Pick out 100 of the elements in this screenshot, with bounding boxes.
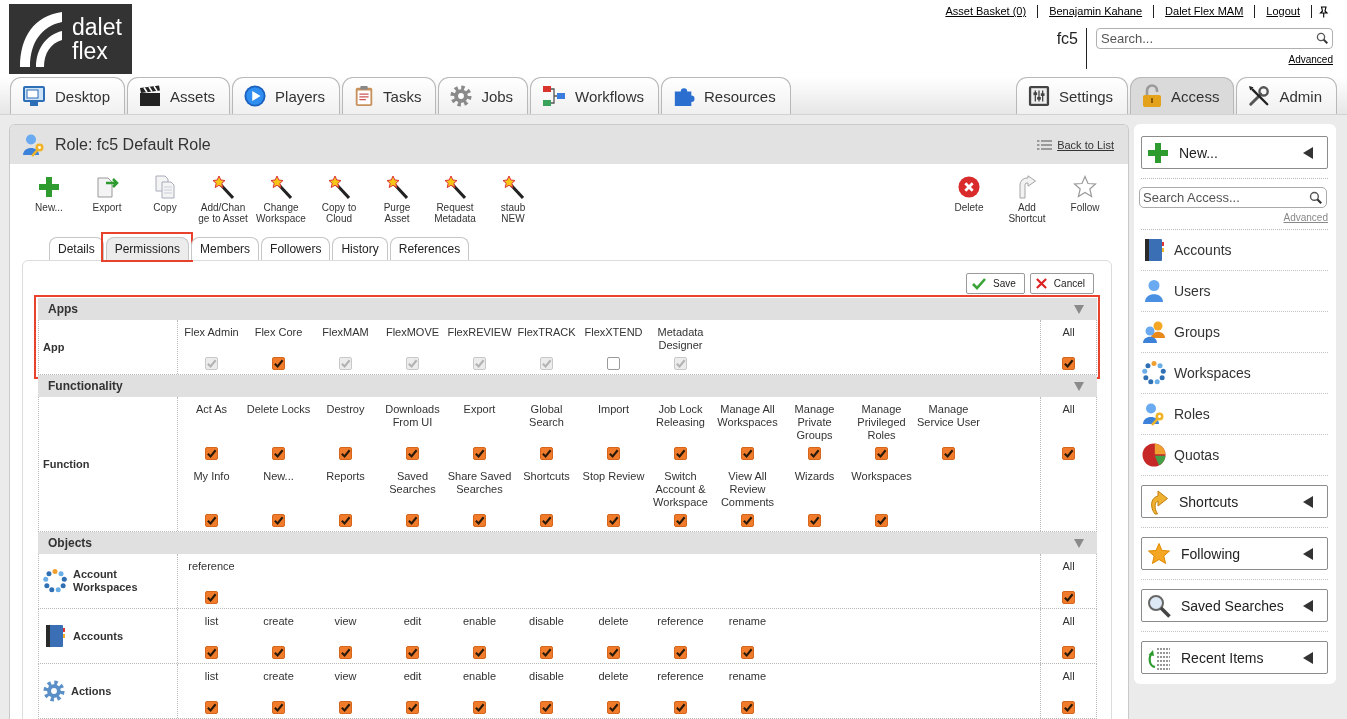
checkbox[interactable] — [339, 646, 352, 659]
checkbox[interactable] — [942, 447, 955, 460]
nav-tab[interactable]: Admin — [1236, 77, 1337, 114]
checkbox[interactable] — [674, 701, 687, 714]
top-link[interactable]: Asset Basket (0) — [934, 5, 1038, 18]
nav-tab[interactable]: Access — [1130, 77, 1235, 114]
sidebar-panel-button[interactable]: Shortcuts — [1141, 485, 1328, 518]
nav-tab[interactable]: Players — [232, 77, 341, 114]
tab[interactable]: Members — [191, 237, 260, 260]
checkbox[interactable] — [205, 514, 218, 527]
checkbox[interactable] — [1062, 357, 1075, 370]
checkbox[interactable] — [272, 514, 285, 527]
sidebar-item[interactable]: Accounts — [1141, 230, 1328, 271]
checkbox[interactable] — [406, 646, 419, 659]
checkbox[interactable] — [540, 646, 553, 659]
sidebar-panel-button[interactable]: Recent Items — [1141, 641, 1328, 674]
checkbox[interactable] — [540, 514, 553, 527]
checkbox[interactable] — [607, 514, 620, 527]
nav-tab[interactable]: Resources — [661, 77, 791, 114]
nav-tab[interactable]: Workflows — [530, 77, 659, 114]
checkbox[interactable] — [272, 357, 285, 370]
sidebar-panel-button[interactable]: Following — [1141, 537, 1328, 570]
search-field[interactable]: Search Access... — [1139, 187, 1327, 208]
checkbox[interactable] — [741, 447, 754, 460]
checkbox[interactable] — [674, 514, 687, 527]
checkbox[interactable] — [1062, 591, 1075, 604]
top-link[interactable]: Logout — [1254, 5, 1311, 18]
checkbox[interactable] — [607, 357, 620, 370]
toolbar-button[interactable]: Change Workspace — [252, 175, 310, 224]
toolbar-button[interactable]: Request Metadata — [426, 175, 484, 224]
checkbox[interactable] — [339, 701, 352, 714]
checkbox[interactable] — [808, 447, 821, 460]
sidebar-item[interactable]: Workspaces — [1141, 353, 1328, 394]
toolbar-button[interactable]: Purge Asset — [368, 175, 426, 224]
checkbox[interactable] — [406, 701, 419, 714]
checkbox[interactable] — [540, 701, 553, 714]
tab[interactable]: References — [389, 237, 470, 260]
checkbox[interactable] — [1062, 646, 1075, 659]
checkbox[interactable] — [205, 447, 218, 460]
toolbar-button[interactable]: Copy to Cloud — [310, 175, 368, 224]
checkbox[interactable] — [674, 646, 687, 659]
pin-icon[interactable] — [1318, 5, 1329, 18]
checkbox[interactable] — [473, 447, 486, 460]
checkbox[interactable] — [406, 447, 419, 460]
tab[interactable]: Followers — [261, 237, 331, 260]
sidebar-item[interactable]: Groups — [1141, 312, 1328, 353]
sidebar-item[interactable]: Quotas — [1141, 435, 1328, 476]
sidebar-panel-button[interactable]: Saved Searches — [1141, 589, 1328, 622]
checkbox[interactable] — [741, 646, 754, 659]
tab[interactable]: Permissions — [105, 237, 190, 260]
checkbox[interactable] — [607, 701, 620, 714]
checkbox[interactable] — [1062, 447, 1075, 460]
sidebar-item[interactable]: Roles — [1141, 394, 1328, 435]
checkbox[interactable] — [741, 514, 754, 527]
checkbox[interactable] — [473, 646, 486, 659]
checkbox[interactable] — [607, 447, 620, 460]
checkbox[interactable] — [607, 646, 620, 659]
new-button[interactable]: New... — [1141, 136, 1328, 169]
checkbox[interactable] — [473, 701, 486, 714]
nav-tab[interactable]: Desktop — [10, 77, 126, 114]
checkbox[interactable] — [1062, 701, 1075, 714]
checkbox[interactable] — [875, 447, 888, 460]
advanced-link[interactable]: Advanced — [1288, 54, 1333, 66]
checkbox[interactable] — [406, 514, 419, 527]
checkbox[interactable] — [339, 514, 352, 527]
checkbox[interactable] — [272, 701, 285, 714]
toolbar-button[interactable]: Copy — [136, 175, 194, 213]
tab[interactable]: History — [332, 237, 388, 260]
section-header[interactable]: Functionality — [38, 375, 1097, 397]
top-link[interactable]: Dalet Flex MAM — [1153, 5, 1255, 18]
checkbox[interactable] — [875, 514, 888, 527]
top-link[interactable]: Benajamin Kahane — [1037, 5, 1154, 18]
checkbox[interactable] — [674, 447, 687, 460]
toolbar-button[interactable]: Add/Chan ge to Asset — [194, 175, 252, 224]
toolbar-button[interactable]: Add Shortcut — [998, 175, 1056, 224]
search-field[interactable]: Search... — [1096, 28, 1333, 49]
checkbox[interactable] — [339, 447, 352, 460]
checkbox[interactable] — [808, 514, 821, 527]
section-header[interactable]: Objects — [38, 532, 1097, 554]
checkbox[interactable] — [272, 646, 285, 659]
toolbar-button[interactable]: Follow — [1056, 175, 1114, 213]
toolbar-button[interactable]: Export — [78, 175, 136, 213]
checkbox[interactable] — [473, 514, 486, 527]
checkbox[interactable] — [272, 447, 285, 460]
nav-tab[interactable]: Tasks — [342, 77, 437, 114]
back-to-list-link[interactable]: Back to List — [1037, 138, 1114, 151]
toolbar-button[interactable]: Delete — [940, 175, 998, 213]
checkbox[interactable] — [205, 591, 218, 604]
advanced-link[interactable]: Advanced — [1283, 212, 1328, 224]
cancel-button[interactable]: Cancel — [1029, 273, 1094, 294]
checkbox[interactable] — [205, 701, 218, 714]
nav-tab[interactable]: Jobs — [438, 77, 529, 114]
section-header[interactable]: Apps — [38, 298, 1097, 320]
toolbar-button[interactable]: New... — [20, 175, 78, 213]
checkbox[interactable] — [540, 447, 553, 460]
toolbar-button[interactable]: staub NEW — [484, 175, 542, 224]
save-button[interactable]: Save — [966, 273, 1025, 294]
checkbox[interactable] — [741, 701, 754, 714]
nav-tab[interactable]: Assets — [127, 77, 231, 114]
checkbox[interactable] — [205, 646, 218, 659]
